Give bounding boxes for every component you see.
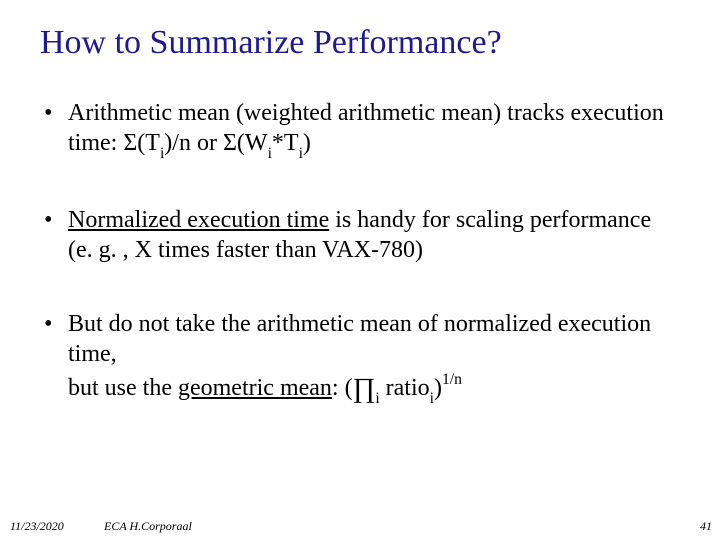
footer: 11/23/2020 ECA H.Corporaal 41 [0, 519, 720, 534]
b1-pre: Arithmetic mean (weighted arithmetic mea… [68, 100, 664, 156]
b3-line2a: but use the [68, 375, 178, 401]
b1-sub2: i [268, 145, 272, 162]
b3-mid: ratio [380, 375, 430, 401]
bullet-2: Normalized execution time is handy for s… [40, 205, 680, 265]
b2-underlined: Normalized execution time [68, 207, 329, 233]
bullet-1: Arithmetic mean (weighted arithmetic mea… [40, 98, 680, 161]
b3-underlined: geometric mean [178, 375, 332, 401]
footer-date: 11/23/2020 [0, 519, 100, 534]
b3-close: ) [434, 375, 442, 401]
bullet-list: Arithmetic mean (weighted arithmetic mea… [40, 98, 680, 407]
b1-sub3: i [299, 145, 303, 162]
footer-center: ECA H.Corporaal [100, 519, 192, 534]
b3-sub2: i [430, 390, 434, 407]
footer-page-number: 41 [700, 519, 712, 534]
b3-sub1: i [375, 390, 379, 407]
b3-pre: But do not take the arithmetic mean of n… [68, 311, 651, 367]
b1-sub1: i [160, 145, 164, 162]
b1-mid2: *T [272, 130, 299, 156]
b3-sup: 1/n [442, 371, 462, 388]
b3-after-u: : ( [332, 375, 353, 401]
b1-mid: )/n or Σ(W [164, 130, 267, 156]
product-symbol: ∏ [353, 372, 376, 403]
slide-title: How to Summarize Performance? [40, 24, 680, 62]
bullet-3: But do not take the arithmetic mean of n… [40, 309, 680, 406]
b1-post: ) [303, 130, 311, 156]
